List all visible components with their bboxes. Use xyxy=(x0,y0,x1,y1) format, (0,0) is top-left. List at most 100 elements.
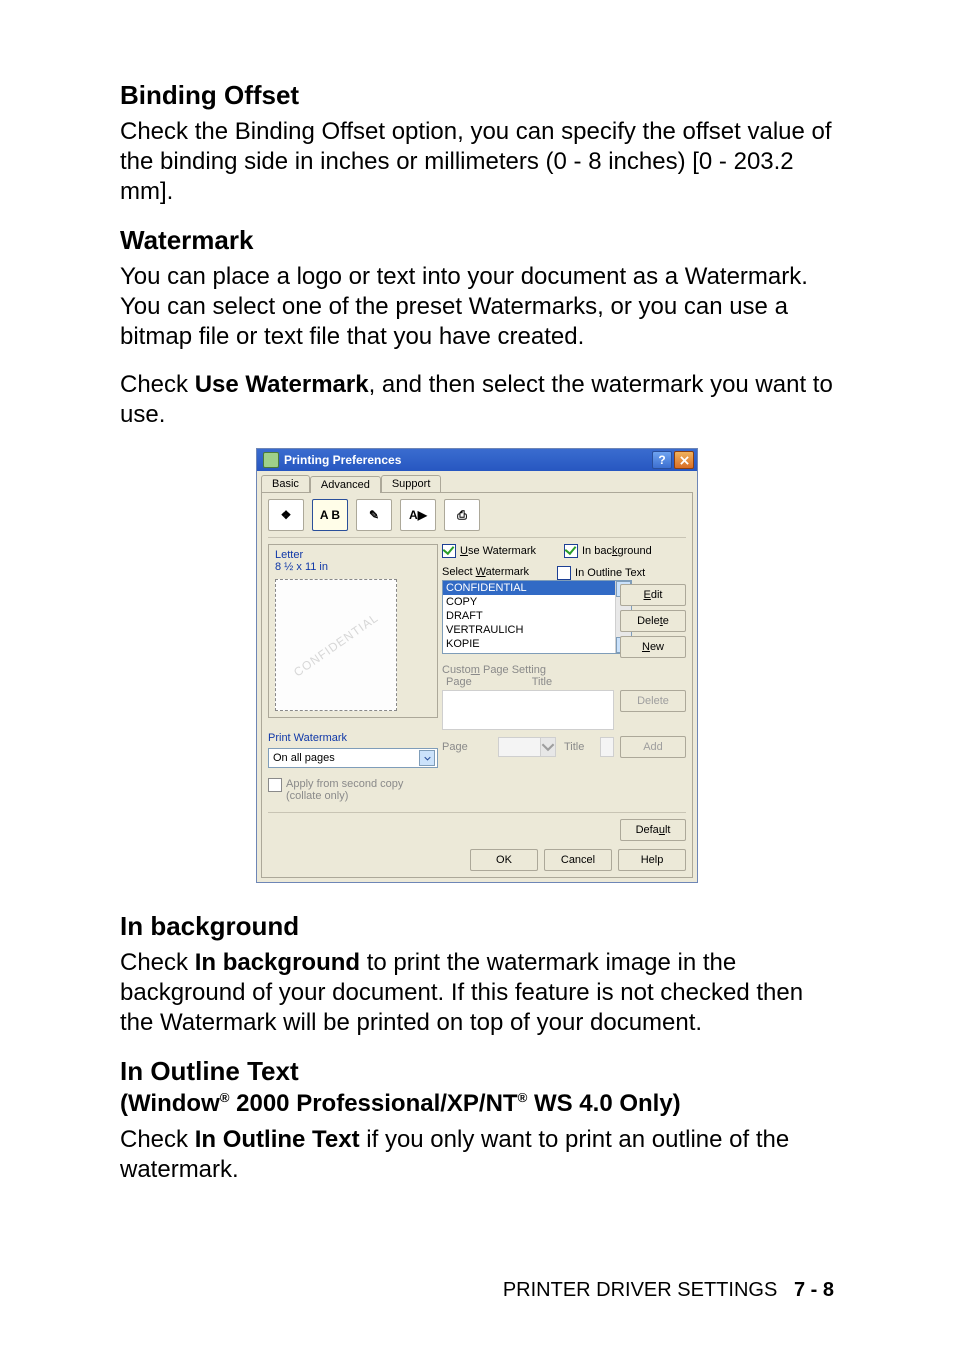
page-footer: PRINTER DRIVER SETTINGS 7 - 8 xyxy=(503,1279,834,1302)
watermark-body-1: You can place a logo or text into your d… xyxy=(120,262,834,352)
tab-support[interactable]: Support xyxy=(381,475,442,492)
dialog-button-row: OK Cancel Help xyxy=(268,849,686,871)
paper-size: 8 ½ x 11 in xyxy=(275,561,431,573)
chevron-down-icon xyxy=(419,750,435,766)
help-button[interactable]: Help xyxy=(618,849,686,871)
glyph: A▶ xyxy=(409,508,427,522)
list-item[interactable]: VERTRAULICH xyxy=(443,623,615,637)
in-background-body: Check In background to print the waterma… xyxy=(120,948,834,1038)
registered-mark: ® xyxy=(518,1090,528,1105)
footer-section: PRINTER DRIVER SETTINGS xyxy=(503,1279,777,1301)
use-watermark-label: Use Watermark xyxy=(460,545,536,557)
toolbar-icon-2[interactable]: A B xyxy=(312,499,348,531)
in-outline-text-heading: In Outline Text xyxy=(120,1056,834,1087)
toolbar-icon-3[interactable]: ✎ xyxy=(356,499,392,531)
in-background-bold: In background xyxy=(195,949,360,976)
dropdown-value: On all pages xyxy=(273,752,335,764)
paper-preview-box: Letter 8 ½ x 11 in CONFIDENTIAL xyxy=(268,544,438,718)
dialog-titlebar: Printing Preferences ? xyxy=(257,449,697,471)
checkbox-icon xyxy=(557,566,571,580)
binding-offset-body: Check the Binding Offset option, you can… xyxy=(120,117,834,207)
text-fragment: WS 4.0 Only) xyxy=(527,1090,680,1117)
in-outline-text-body: Check In Outline Text if you only want t… xyxy=(120,1125,834,1185)
toolbar-icon-4[interactable]: A▶ xyxy=(400,499,436,531)
page-column-header: Page xyxy=(446,676,472,688)
page-spin-input xyxy=(498,737,556,757)
tab-panel: ❖ A B ✎ A▶ ⎙ Letter 8 ½ x 11 in CONFIDEN… xyxy=(261,492,693,878)
page-preview: CONFIDENTIAL xyxy=(275,579,397,711)
title-input-label: Title xyxy=(564,741,594,753)
delete-button[interactable]: Delete xyxy=(620,610,686,632)
glyph: ❖ xyxy=(281,508,292,522)
title-text-input xyxy=(600,737,614,757)
apply-from-second-copy-label: Apply from second copy (collate only) xyxy=(286,778,403,802)
help-titlebar-button[interactable]: ? xyxy=(652,451,672,469)
watermark-listbox[interactable]: CONFIDENTIAL COPY DRAFT VERTRAULICH KOPI… xyxy=(442,580,632,654)
in-outline-text-checkbox[interactable]: In Outline Text xyxy=(557,566,645,580)
chevron-down-icon xyxy=(540,738,555,756)
binding-offset-heading: Binding Offset xyxy=(120,80,834,111)
add-button: Add xyxy=(620,736,686,758)
in-background-heading: In background xyxy=(120,911,834,942)
tab-basic[interactable]: Basic xyxy=(261,475,310,492)
toolbar-icon-1[interactable]: ❖ xyxy=(268,499,304,531)
checkbox-icon xyxy=(564,544,578,558)
new-button[interactable]: New xyxy=(620,636,686,658)
in-background-label: In background xyxy=(582,545,652,557)
right-column: Use Watermark In background Select Water… xyxy=(438,544,686,802)
in-outline-text-label: In Outline Text xyxy=(575,567,645,579)
use-watermark-bold: Use Watermark xyxy=(195,371,369,398)
document-page: Binding Offset Check the Binding Offset … xyxy=(0,0,954,1352)
separator xyxy=(268,812,686,813)
glyph: A B xyxy=(320,508,340,522)
in-background-checkbox[interactable]: In background xyxy=(564,544,652,558)
watermark-button-column: Edit Delete New xyxy=(620,584,686,658)
select-watermark-label: Select Watermark xyxy=(442,566,529,578)
edit-button[interactable]: Edit xyxy=(620,584,686,606)
watermark-body-2: Check Use Watermark, and then select the… xyxy=(120,370,834,430)
title-column-header: Title xyxy=(532,676,552,688)
glyph: ⎙ xyxy=(457,508,467,523)
apply-from-second-copy-checkbox: Apply from second copy (collate only) xyxy=(268,778,438,802)
add-page-row: Page Title Add xyxy=(442,736,686,758)
text-fragment: Check xyxy=(120,371,195,398)
dialog-title: Printing Preferences xyxy=(284,453,652,467)
list-item[interactable]: KOPIE xyxy=(443,637,615,651)
list-item[interactable]: CONFIDENTIAL xyxy=(443,581,615,595)
icon-toolbar: ❖ A B ✎ A▶ ⎙ xyxy=(268,499,686,538)
ok-button[interactable]: OK xyxy=(470,849,538,871)
text-fragment: 2000 Professional/XP/NT xyxy=(229,1090,517,1117)
text-fragment: Check xyxy=(120,949,195,976)
paper-name: Letter xyxy=(275,549,431,561)
list-item[interactable]: COPY xyxy=(443,595,615,609)
page-input-label: Page xyxy=(442,741,492,753)
list-item[interactable]: DRAFT xyxy=(443,609,615,623)
text-fragment: (Window xyxy=(120,1090,220,1117)
footer-page: 7 - 8 xyxy=(794,1279,834,1301)
list-items: CONFIDENTIAL COPY DRAFT VERTRAULICH KOPI… xyxy=(443,581,615,653)
default-button[interactable]: Default xyxy=(620,819,686,841)
preview-watermark-text: CONFIDENTIAL xyxy=(291,611,381,680)
registered-mark: ® xyxy=(220,1090,230,1105)
printing-preferences-dialog: Printing Preferences ? Basic Advanced Su… xyxy=(256,448,698,883)
text-fragment: Check xyxy=(120,1126,195,1153)
printer-icon xyxy=(263,452,279,468)
custom-grid-header: Page Title xyxy=(442,676,686,688)
tab-strip: Basic Advanced Support xyxy=(257,471,697,492)
toolbar-icon-5[interactable]: ⎙ xyxy=(444,499,480,531)
checkbox-icon xyxy=(442,544,456,558)
in-outline-text-subheading: (Window® 2000 Professional/XP/NT® WS 4.0… xyxy=(120,1089,834,1119)
cancel-button[interactable]: Cancel xyxy=(544,849,612,871)
glyph: ✎ xyxy=(369,508,379,522)
left-column: Letter 8 ½ x 11 in CONFIDENTIAL Print Wa… xyxy=(268,544,438,802)
delete-custom-button: Delete xyxy=(620,690,686,712)
close-titlebar-button[interactable] xyxy=(674,451,694,469)
tab-advanced[interactable]: Advanced xyxy=(310,476,381,493)
use-watermark-checkbox[interactable]: Use Watermark xyxy=(442,544,536,558)
print-watermark-label: Print Watermark xyxy=(268,732,438,744)
print-watermark-dropdown[interactable]: On all pages xyxy=(268,748,438,768)
checkbox-icon xyxy=(268,778,282,792)
in-outline-text-bold: In Outline Text xyxy=(195,1126,360,1153)
custom-page-setting-label: Custom Page Setting xyxy=(442,664,686,676)
custom-page-list xyxy=(442,690,614,730)
